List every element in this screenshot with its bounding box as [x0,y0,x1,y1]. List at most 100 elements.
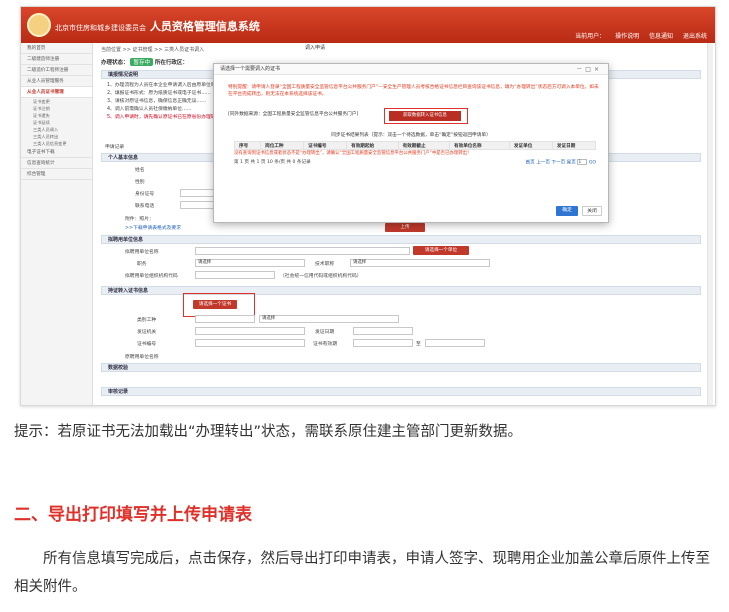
records-header: 审核记录 [101,387,701,396]
sidebar-item-admin[interactable]: 综合管理 [21,169,92,180]
sidebar-item-e-cert[interactable]: 电子证书下载 [21,147,92,158]
window-controls-icon[interactable]: －□× [576,64,602,75]
select-company-button[interactable]: 请选择一个单位 [413,246,469,255]
cert-no-label: 证书编号 [137,342,157,347]
cert-table: 序号 岗位工种 证书编号 有效期起始 有效期截止 有效单位名称 发证单位 发证日… [233,141,597,150]
phone-label: 联系电话 [135,204,155,209]
app-title-prefix: 北京市住房和城乡建设委员会 [55,24,146,32]
dialog-warning: 特别提醒：请申请人登录“全国工程质量安全监管信息平台公共服务门户”—安全生产管理… [228,85,599,97]
current-user: 当前用户： [575,33,606,40]
page-scrollbar[interactable] [707,43,713,405]
attachment-label: 附件：照片： [125,217,154,222]
dialog-close-button[interactable]: 关闭 [582,206,602,216]
body-paragraph: 所有信息填写完成后，点击保存，然后导出打印申请表，申请人签字、现聘用企业加盖公章… [14,551,710,595]
category-sub-select[interactable]: 请选择 [259,315,399,323]
org-code-field[interactable] [195,271,275,279]
sidebar-sub-item[interactable]: 三类人员调入 [21,126,92,133]
data-check-header: 数据校验 [101,363,701,372]
cert-table-header: 有效单位名称 [449,141,510,150]
select-cert-dialog: 请选择一个需要调入的证书 －□× 特别提醒：请申请人登录“全国工程质量安全监管信… [213,63,609,223]
pager-info: 第 1 页 共 1 页 10 条/页 共 0 条记录 [234,160,311,165]
sidebar-sub-item[interactable]: 证书遗失 [21,112,92,119]
org-code-hint: （社会统一信用代码或组织机构代码） [280,274,362,279]
sidebar-sub-item[interactable]: 证书延续 [21,119,92,126]
pager-go-button[interactable]: GO [589,161,596,166]
upload-button[interactable]: 上传 [385,223,425,232]
header-actions: 当前用户： 操作说明 信息通知 退出系统 [567,31,707,40]
pager-links[interactable]: 首页 上一页 下一页 尾页 [526,161,576,166]
sidebar-sub-item[interactable]: 三类人员信息变更 [21,140,92,147]
category-select[interactable] [195,315,255,323]
issuer-label: 发证机关 [137,330,157,335]
org-code-label: 拟聘用单位组织机构代码 [125,274,178,279]
dialog-title: 请选择一个需要调入的证书 －□× [214,64,608,75]
pager: 第 1 页 共 1 页 10 条/页 共 0 条记录 首页 上一页 下一页 尾页… [234,159,596,166]
position-select[interactable]: 请选择 [195,259,305,267]
cert-table-header: 证书编号 [303,141,348,150]
company-label: 拟聘用单位名称 [125,250,159,255]
page-input[interactable]: 1 [577,159,588,165]
issuer-field[interactable] [195,327,305,335]
tab-apply[interactable]: 调入申请 [295,43,335,53]
notes-list: 1、办理流程为人员在本企业申请调入后由原单位审核…… 2、填报证书形式：原为纸质… [107,82,230,122]
dialog-title-text: 请选择一个需要调入的证书 [220,66,281,72]
download-link[interactable]: >>下载申请表格式及要求 [125,224,181,231]
sidebar-item-cost-engineer[interactable]: 二级造价工程师注册 [21,65,92,76]
screenshot-caption: 提示：若原证书无法加载出“办理转出”状态，需联系原住建主管部门更新数据。 [14,424,523,440]
breadcrumb: 当前位置 >> 证书管理 >> 三类人员证书调入 [101,47,205,53]
dialog-hint: 同步证书结果列表（提示：双击一个待选数据，单击“确定”按钮返回申请单） [331,133,491,138]
note-line-warning: 5、调入申请时，请先确认原证书已在原省份办理转出 [107,115,221,120]
valid-to-field[interactable] [425,339,485,347]
cert-table-header: 有效期起始 [346,141,399,150]
highlight-select-cert [183,293,255,317]
category-label: 类别工种 [137,318,157,323]
company-field[interactable] [195,247,410,255]
cert-table-header: 序号 [233,141,262,150]
status-row: 办理状态： 暂存中 所在行政区： [101,58,188,66]
app-title: 北京市住房和城乡建设委员会 人员资格管理信息系统 [55,18,260,34]
sidebar-item-constructor[interactable]: 二级建造师注册 [21,54,92,65]
cert-table-header: 发证日期 [551,141,597,150]
dialog-ok-button[interactable]: 确定 [556,206,578,216]
valid-from-field[interactable] [353,339,413,347]
id-label: 身份证号 [135,192,155,197]
highlight-fetch-button [384,108,468,124]
cert-table-header: 岗位工种 [260,141,305,150]
position-label: 职务 [137,262,147,267]
sidebar-item-cert-management[interactable]: 从业人员证书管理 [21,87,92,98]
sidebar-sub-item[interactable]: 证书变更 [21,98,92,105]
gender-label: 性别 [135,180,145,185]
valid-to-label: 至 [416,342,421,347]
tech-title-label: 技术职称 [315,262,335,267]
district-label: 所在行政区： [154,60,188,66]
note-line: 4、调入前需确认人员社保缴纳单位…… [107,107,192,112]
note-line: 3、请核对原证书信息，确保信息正确无误…… [107,99,206,104]
sidebar-sub-item[interactable]: 三类人员转出 [21,133,92,140]
name-label: 姓名 [135,168,145,173]
tech-title-select[interactable]: 请选择 [350,259,490,267]
apply-record-title: 申请记录 [105,145,125,150]
issue-date-field[interactable] [353,327,413,335]
status-label: 办理状态： [101,60,129,66]
sidebar-item-query[interactable]: 信息查询统计 [21,158,92,169]
app-header: 北京市住房和城乡建设委员会 人员资格管理信息系统 当前用户： 操作说明 信息通知… [21,7,715,43]
help-link[interactable]: 操作说明 [615,33,639,40]
section-heading: 二、导出打印填写并上传申请表 [14,505,252,525]
logout-link[interactable]: 退出系统 [683,33,707,40]
pager-nav: 首页 上一页 下一页 尾页 1 GO [526,159,596,166]
sidebar-item-staff-service[interactable]: 从业人员管理服务 [21,76,92,87]
orig-company-label: 原聘用单位名称 [125,355,159,360]
issue-date-label: 发证日期 [315,330,335,335]
sidebar-sub-item[interactable]: 证书注销 [21,105,92,112]
status-badge: 暂存中 [130,58,153,66]
messages-link[interactable]: 信息通知 [649,33,673,40]
app-title-main: 人员资格管理信息系统 [149,20,260,33]
cert-table-header: 发证单位 [508,141,553,150]
note-line: 2、填报证书形式：原为纸质证书或电子证书…… [107,91,211,96]
sidebar-item-home[interactable]: 我的首页 [21,43,92,54]
hire-section-header: 拟聘用单位信息 [101,235,701,244]
cert-no-field[interactable] [195,339,305,347]
sidebar: 我的首页 二级建造师注册 二级造价工程师注册 从业人员管理服务 从业人员证书管理… [21,43,93,405]
cert-table-header: 有效期截止 [397,141,451,150]
emblem-logo [27,13,51,37]
